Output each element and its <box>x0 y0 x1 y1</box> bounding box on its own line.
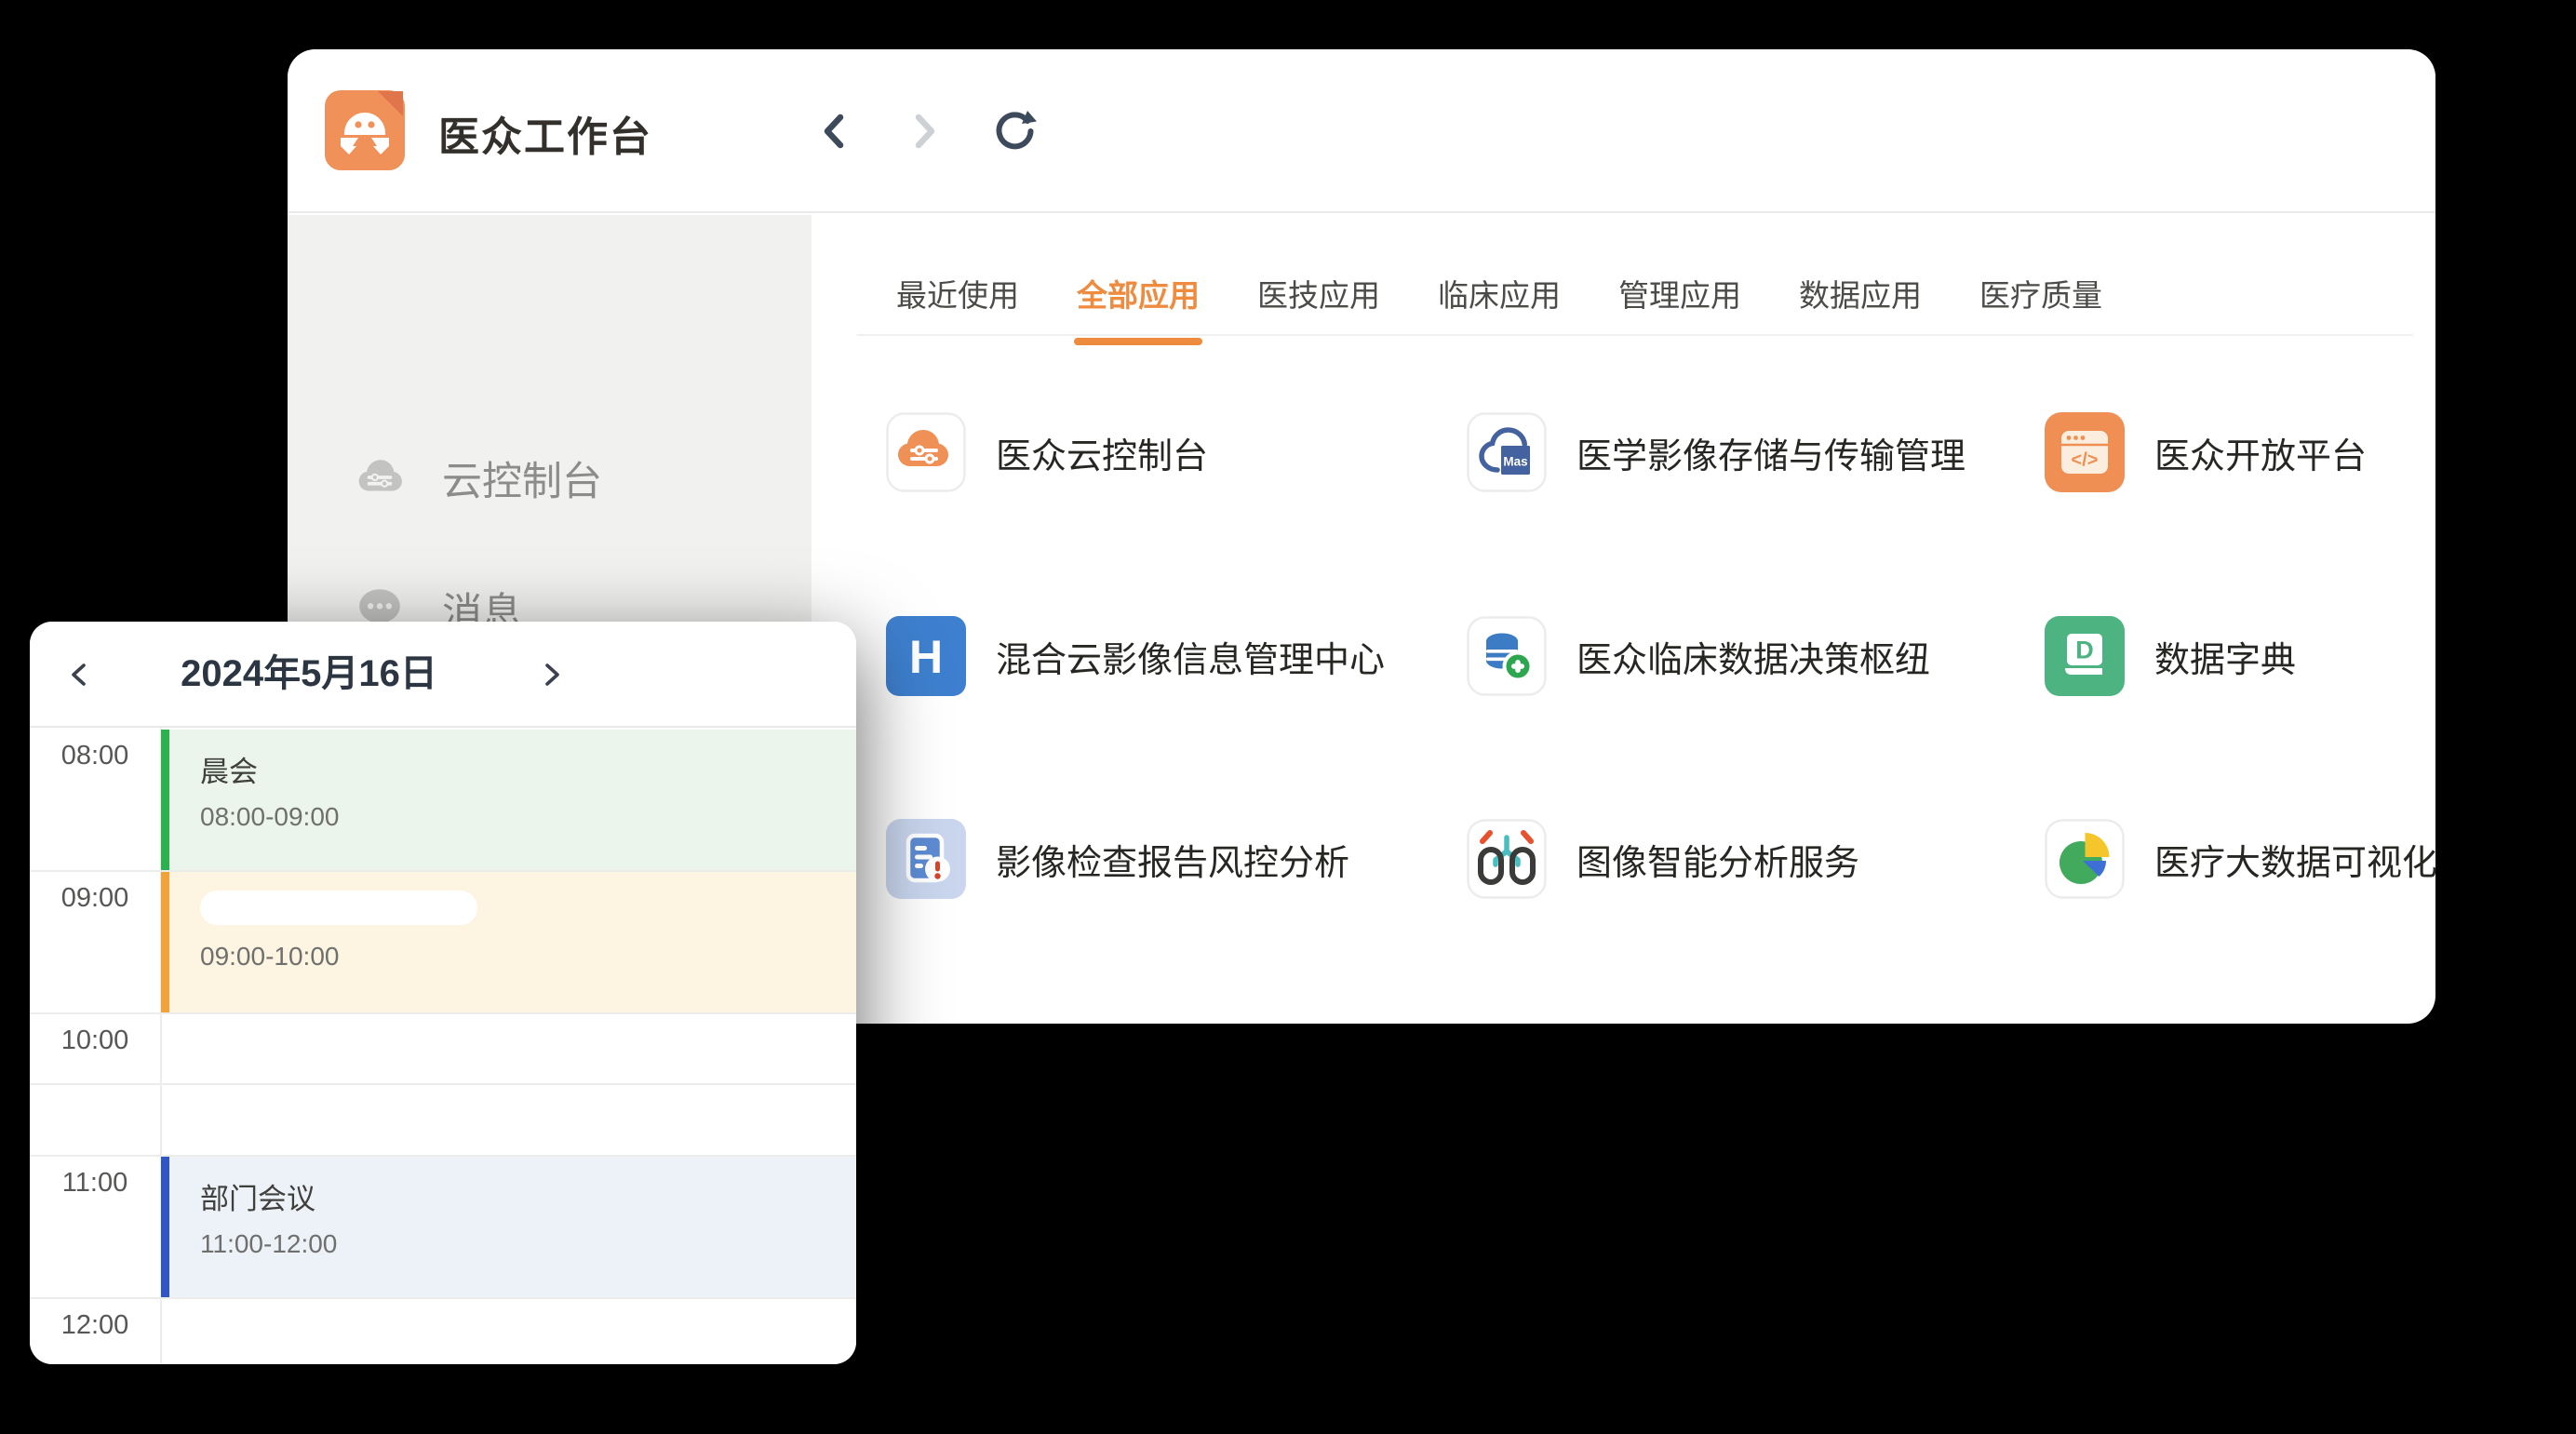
forward-arrow-icon <box>905 112 944 151</box>
event-title-redacted-pill <box>200 891 477 925</box>
svg-text:</>: </> <box>2072 450 2099 471</box>
app-imaging-storage[interactable]: Mas 医学影像存储与传输管理 <box>1467 412 1966 492</box>
event-time: 11:00-12:00 <box>200 1217 856 1259</box>
forward-button[interactable] <box>898 105 950 157</box>
time-label: 11:00 <box>30 1168 160 1199</box>
app-label: 医众临床数据决策枢纽 <box>1576 631 1930 682</box>
app-header: 医众工作台 <box>288 49 2435 213</box>
open-platform-icon: </> <box>2045 412 2125 492</box>
calendar-next-day-button[interactable] <box>530 653 573 696</box>
app-clinical-data-hub[interactable]: 医众临床数据决策枢纽 <box>1467 616 1930 696</box>
time-label: 10:00 <box>30 1025 160 1056</box>
app-label: 医疗大数据可视化 <box>2154 834 2437 885</box>
cloud-mas-icon: Mas <box>1467 412 1547 492</box>
pie-chart-icon <box>2045 819 2125 899</box>
app-hybrid-cloud-center[interactable]: H 混合云影像信息管理中心 <box>886 616 1385 696</box>
app-label: 混合云影像信息管理中心 <box>996 631 1385 682</box>
app-label: 影像检查报告风控分析 <box>996 834 1349 885</box>
app-label: 图像智能分析服务 <box>1576 834 1859 885</box>
event-time: 08:00-09:00 <box>200 790 856 832</box>
app-logo-icon <box>325 90 405 170</box>
clinical-data-hub-icon <box>1467 616 1547 696</box>
event-title: 晨会 <box>200 730 856 790</box>
svg-text:Mas: Mas <box>1503 455 1527 469</box>
refresh-icon <box>990 108 1037 154</box>
report-risk-icon <box>886 819 966 899</box>
calendar-panel: 2024年5月16日 08:00 09:00 10:00 11:00 12:00… <box>30 622 856 1364</box>
app-label: 医众开放平台 <box>2154 427 2367 478</box>
svg-text:H: H <box>909 631 943 683</box>
calendar-prev-day-button[interactable] <box>58 653 101 696</box>
time-label: 09:00 <box>30 883 160 914</box>
refresh-button[interactable] <box>987 105 1040 157</box>
app-open-platform[interactable]: </> 医众开放平台 <box>2045 412 2367 492</box>
calendar-date-label: 2024年5月16日 <box>132 622 486 726</box>
lungs-ai-icon <box>1467 819 1547 899</box>
cloud-sliders-icon <box>886 412 966 492</box>
back-arrow-icon <box>815 112 854 151</box>
event-redacted[interactable]: 09:00-10:00 <box>161 872 856 1012</box>
hybrid-cloud-h-icon: H <box>886 616 966 696</box>
app-report-risk-analysis[interactable]: 影像检查报告风控分析 <box>886 819 1349 899</box>
chevron-left-icon <box>65 660 93 690</box>
event-morning-meeting[interactable]: 晨会 08:00-09:00 <box>161 730 856 870</box>
time-label: 08:00 <box>30 741 160 771</box>
cloud-console-icon <box>355 453 405 503</box>
event-title: 部门会议 <box>200 1157 856 1217</box>
app-title: 医众工作台 <box>438 103 652 163</box>
time-label: 12:00 <box>30 1310 160 1341</box>
hour-gridline <box>30 1012 856 1014</box>
app-label: 数据字典 <box>2154 631 2296 682</box>
data-dictionary-icon: D <box>2045 616 2125 696</box>
sidebar-item-cloud-console[interactable]: 云控制台 <box>288 445 812 512</box>
app-image-ai-service[interactable]: 图像智能分析服务 <box>1467 819 1859 899</box>
svg-text:D: D <box>2075 637 2094 664</box>
sidebar-item-label: 云控制台 <box>442 449 602 507</box>
tabs-separator <box>857 334 2413 336</box>
event-department-meeting[interactable]: 部门会议 11:00-12:00 <box>161 1157 856 1297</box>
event-time: 09:00-10:00 <box>200 925 856 972</box>
app-big-data-visualization[interactable]: 医疗大数据可视化 <box>2045 819 2437 899</box>
calendar-day-grid: 08:00 09:00 10:00 11:00 12:00 晨会 08:00-0… <box>30 726 856 1364</box>
app-label: 医学影像存储与传输管理 <box>1576 427 1966 478</box>
back-button[interactable] <box>809 105 861 157</box>
app-label: 医众云控制台 <box>996 427 1208 478</box>
app-cloud-console[interactable]: 医众云控制台 <box>886 412 1208 492</box>
app-data-dictionary[interactable]: D 数据字典 <box>2045 616 2296 696</box>
calendar-header: 2024年5月16日 <box>30 622 856 726</box>
header-nav <box>809 49 1040 213</box>
half-hour-gridline <box>30 1083 856 1085</box>
hour-gridline <box>30 1297 856 1299</box>
active-tab-underline <box>1074 338 1202 345</box>
chevron-right-icon <box>538 660 566 690</box>
